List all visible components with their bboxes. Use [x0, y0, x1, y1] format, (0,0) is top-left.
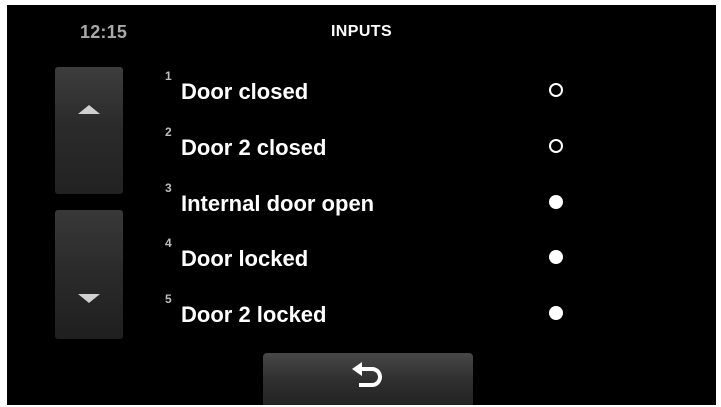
- status-indicator-icon: [549, 195, 563, 209]
- scroll-down-button[interactable]: [55, 210, 123, 339]
- input-label: Door locked: [181, 246, 309, 271]
- status-indicator-icon: [549, 250, 563, 264]
- back-button[interactable]: [263, 353, 473, 405]
- input-row-3: 3 Internal door open: [157, 181, 587, 217]
- input-number: 3: [165, 181, 172, 195]
- triangle-down-icon: [78, 294, 100, 303]
- input-row-2: 2 Door 2 closed: [157, 125, 587, 161]
- input-number: 1: [165, 69, 172, 83]
- input-row-1: 1 Door closed: [157, 69, 587, 105]
- input-label: Internal door open: [181, 191, 375, 216]
- device-screen: 12:15 INPUTS 1 Door closed 2 Door 2 clos…: [7, 5, 716, 405]
- input-row-4: 4 Door locked: [157, 236, 587, 272]
- input-row-5: 5 Door 2 locked: [157, 292, 587, 328]
- status-indicator-icon: [549, 306, 563, 320]
- status-indicator-icon: [549, 83, 563, 97]
- status-indicator-icon: [549, 139, 563, 153]
- triangle-up-icon: [78, 105, 100, 114]
- input-number: 2: [165, 125, 172, 139]
- scroll-up-button[interactable]: [55, 67, 123, 194]
- input-label: Door 2 locked: [181, 302, 327, 327]
- input-label: Door closed: [181, 79, 309, 104]
- return-arrow-icon: [352, 362, 382, 387]
- input-number: 4: [165, 236, 172, 250]
- input-label: Door 2 closed: [181, 135, 327, 160]
- page-title: INPUTS: [330, 23, 393, 40]
- input-number: 5: [165, 292, 172, 306]
